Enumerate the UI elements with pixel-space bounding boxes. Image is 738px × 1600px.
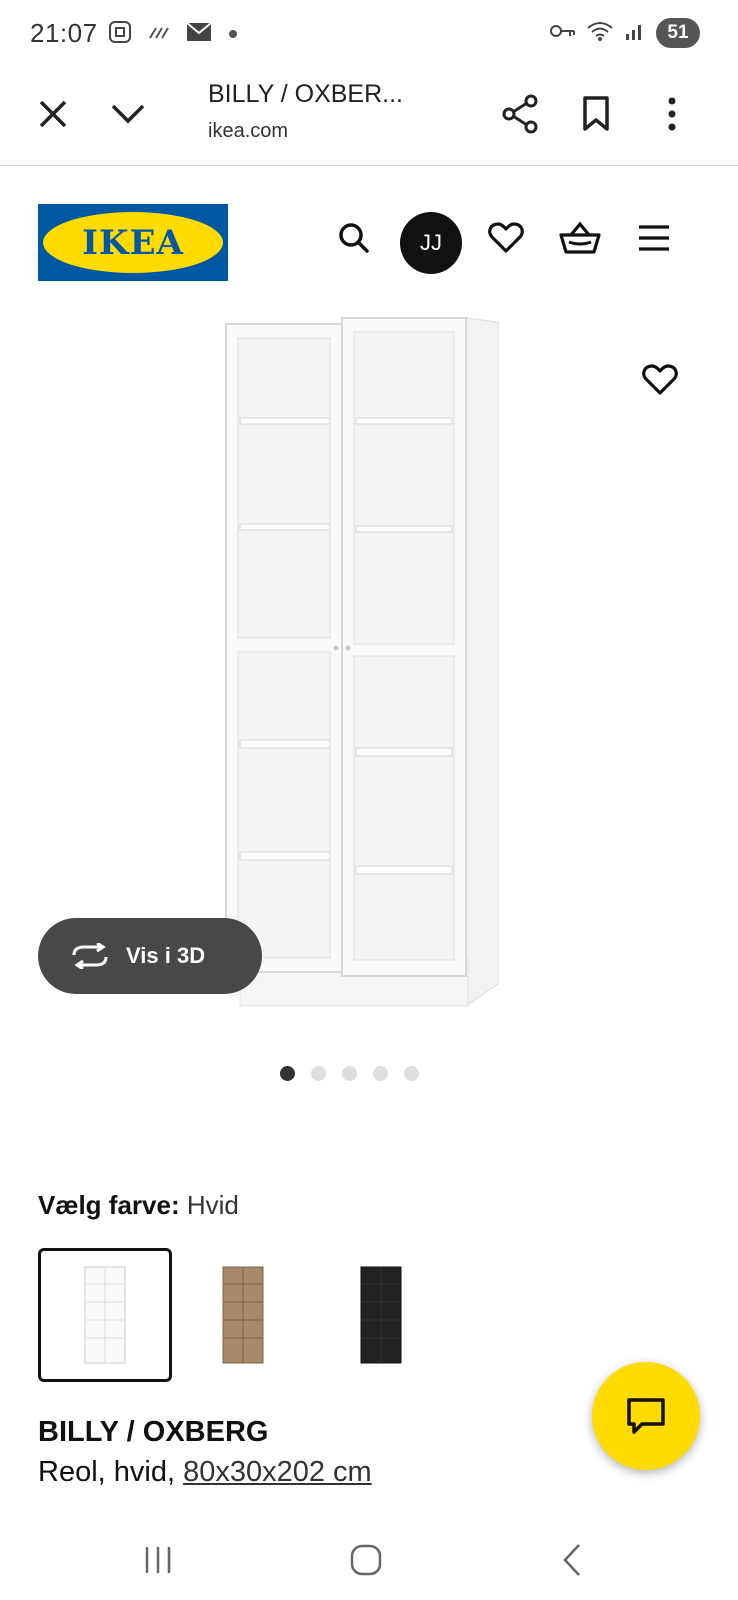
more-icon [668,97,676,131]
product-dimensions-link[interactable]: 80x30x202 cm [183,1456,372,1488]
recents-button[interactable] [134,1536,182,1584]
chat-button[interactable] [592,1362,700,1470]
signal-icon [624,20,646,47]
menu-button[interactable] [632,216,676,260]
page-title: BILLY / OXBER... [208,80,403,108]
color-value: Hvid [186,1190,239,1220]
swatch-white[interactable] [38,1248,172,1382]
search-icon [339,223,369,253]
chevron-down-icon [111,104,145,124]
status-icons-left [108,20,238,49]
home-button[interactable] [342,1536,390,1584]
page-url[interactable]: ikea.com [208,120,288,143]
back-icon [563,1544,580,1576]
color-swatches [38,1248,448,1382]
mail-icon [186,22,212,47]
logo-text: IKEA [82,222,184,263]
gallery-pagination [0,1066,738,1081]
rotate-icon [72,943,108,969]
more-options-button[interactable] [648,90,696,138]
favorites-button[interactable] [484,216,528,260]
color-label-text: Vælg farve: [38,1190,180,1220]
home-icon [350,1544,382,1576]
page-dot[interactable] [341,1066,357,1081]
share-icon [502,94,538,134]
bookmark-button[interactable] [572,90,620,138]
color-select-label: Vælg farve: Hvid [38,1190,239,1221]
add-to-favorites-button[interactable] [638,358,682,402]
swatch-oak[interactable] [176,1248,310,1382]
product-description: Reol, hvid, 80x30x202 cm [38,1456,372,1489]
page-dot[interactable] [403,1066,419,1081]
view-3d-button[interactable]: Vis i 3D [38,918,262,994]
bookmark-icon [583,96,609,131]
swatch-black[interactable] [314,1248,448,1382]
status-time: 21:07 [30,18,98,48]
oak-bookcase-thumb [222,1266,264,1364]
page-dot[interactable] [279,1066,295,1081]
heart-icon [642,364,678,395]
battery-indicator: 51 [656,18,700,48]
recents-icon [145,1547,171,1573]
black-bookcase-thumb [360,1266,402,1364]
basket-icon [559,221,601,254]
heart-icon [488,222,524,253]
minimize-button[interactable] [104,90,152,138]
page-dot[interactable] [372,1066,388,1081]
system-nav-bar [0,1520,738,1600]
dot-icon [228,26,238,44]
browser-toolbar: BILLY / OXBER... ikea.com [0,68,738,166]
close-tab-button[interactable] [29,90,77,138]
view-3d-label: Vis i 3D [126,943,206,968]
product-desc-text: Reol, hvid, [38,1456,176,1488]
close-icon [39,100,67,128]
product-name: BILLY / OXBERG [38,1416,269,1448]
screenshot-icon [108,20,132,49]
product-gallery[interactable]: Vis i 3D [0,296,738,1056]
site-header: IKEA JJ [0,166,738,296]
page-dot[interactable] [310,1066,326,1081]
white-bookcase-thumb [84,1266,126,1364]
menu-icon [639,225,669,251]
search-button[interactable] [332,216,376,260]
wifi-icon [586,20,614,47]
basket-button[interactable] [558,216,602,260]
share-button[interactable] [496,90,544,138]
data-icon [148,24,170,45]
status-bar: 21:07 51 [0,0,738,68]
back-button[interactable] [548,1536,596,1584]
avatar[interactable]: JJ [400,212,462,274]
key-icon [550,23,576,44]
ikea-logo[interactable]: IKEA [38,204,228,281]
chat-icon [627,1398,665,1434]
status-icons-right: 51 [550,18,700,48]
